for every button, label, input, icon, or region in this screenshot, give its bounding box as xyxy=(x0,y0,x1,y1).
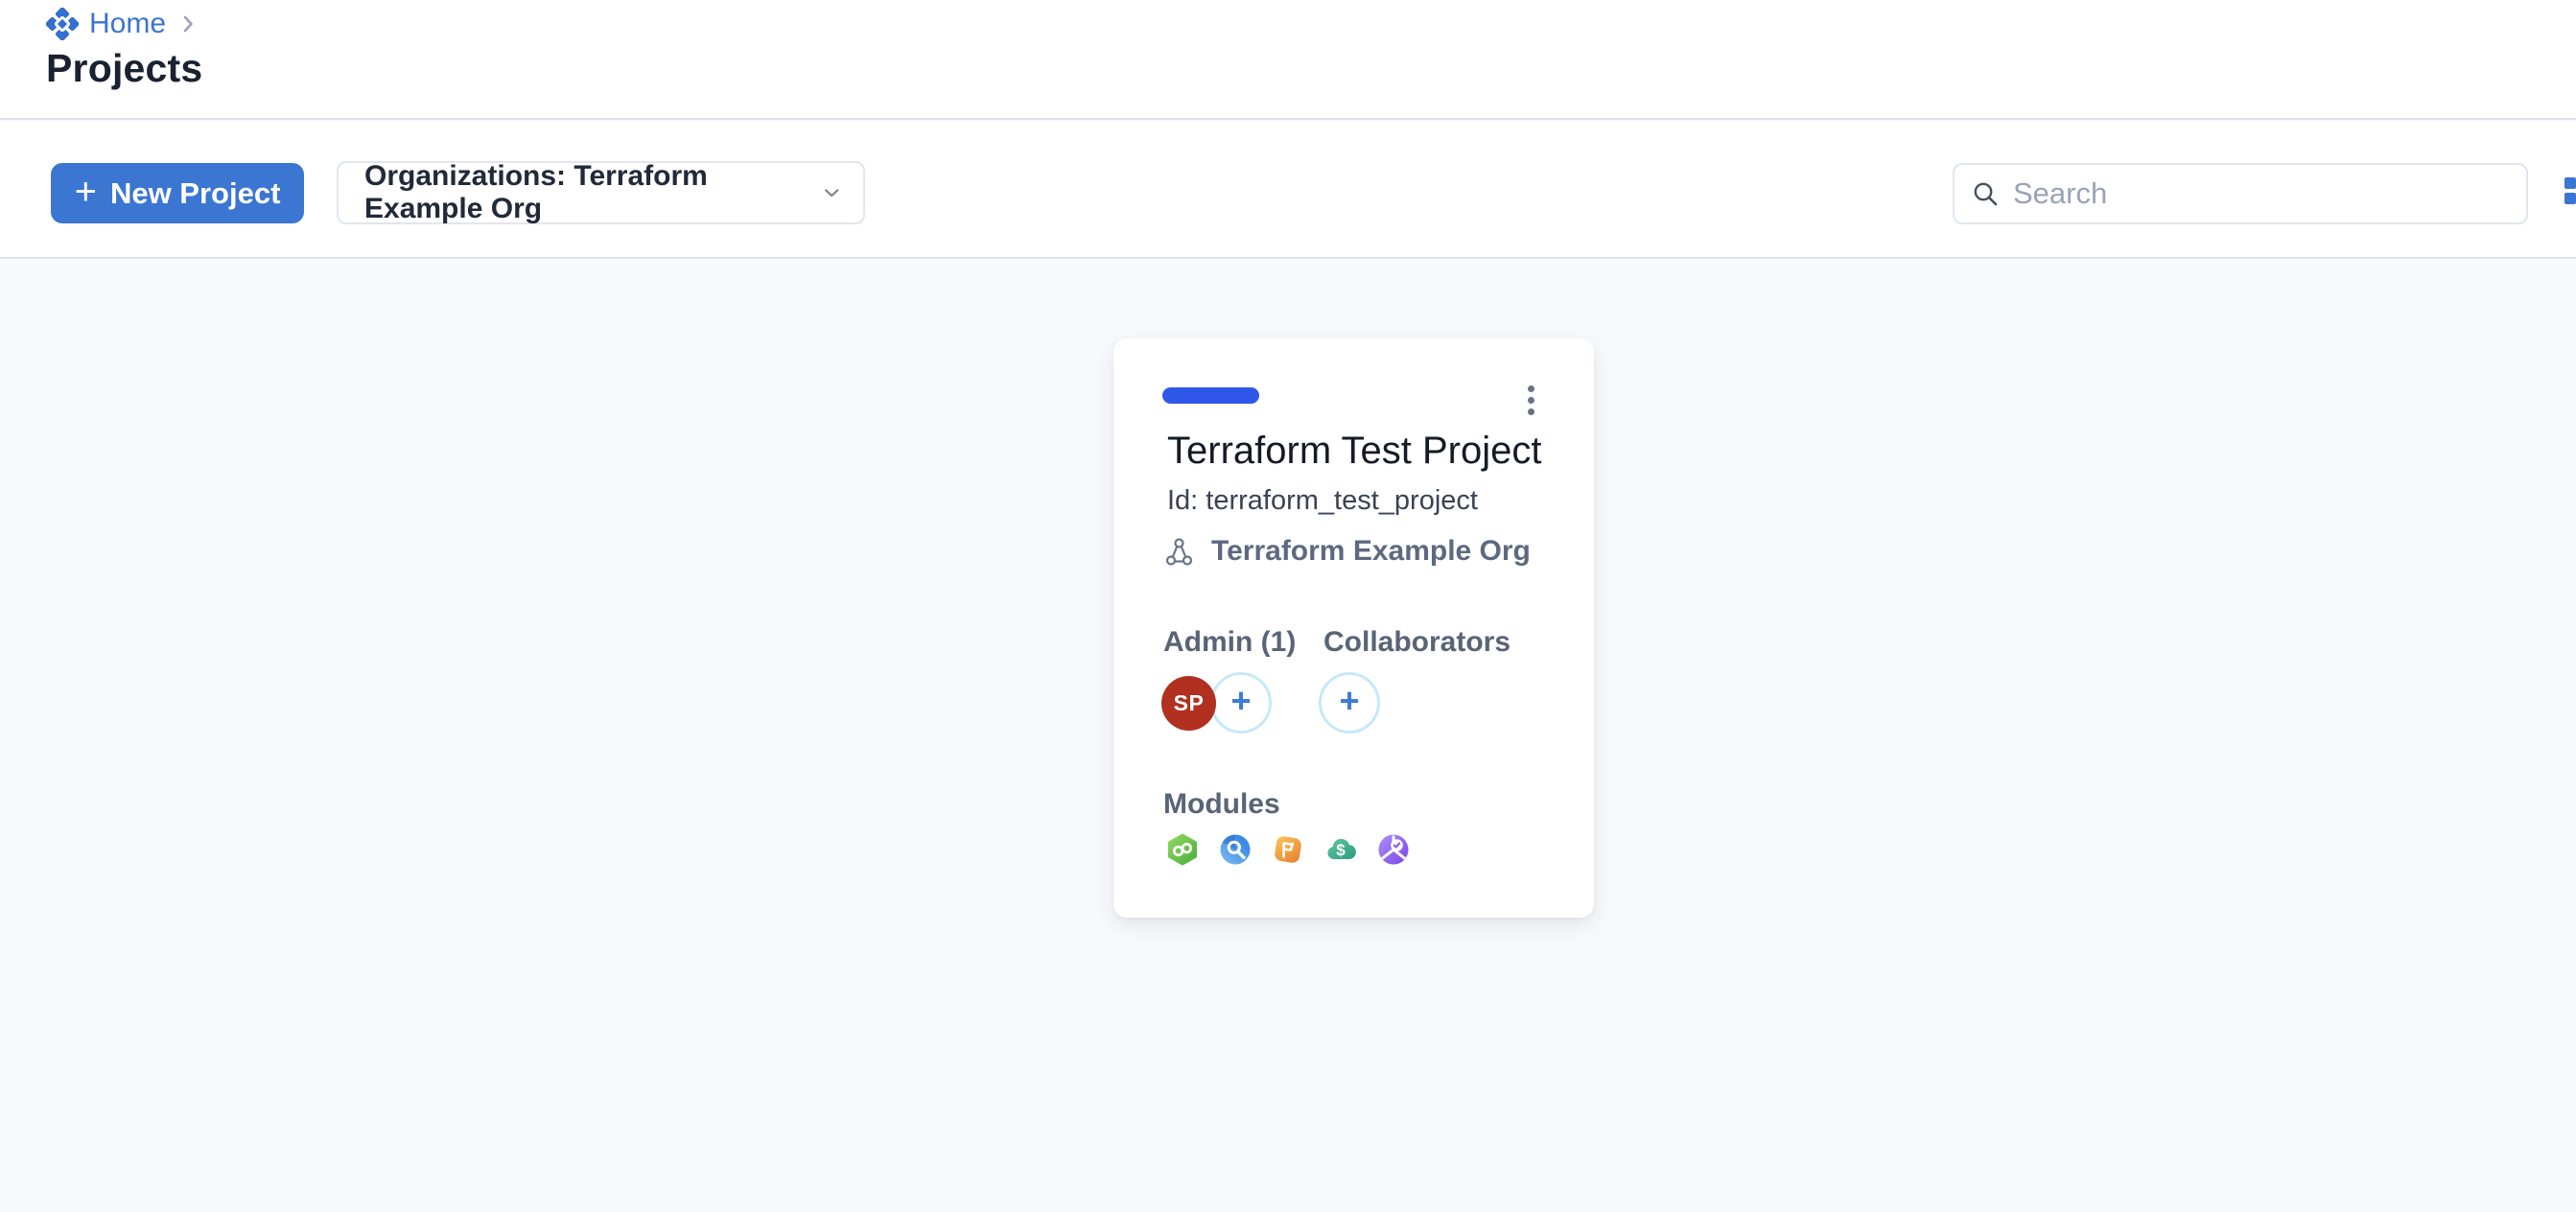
organization-icon xyxy=(1163,536,1195,568)
module-flag-square-icon[interactable] xyxy=(1272,833,1304,866)
search-box xyxy=(1953,163,2528,224)
modules-label: Modules xyxy=(1163,788,1280,821)
app-logo-icon xyxy=(46,8,79,40)
grid-view-toggle[interactable] xyxy=(2564,177,2576,204)
organization-name: Terraform Example Org xyxy=(1211,535,1531,568)
module-infinity-hexagon-icon[interactable] xyxy=(1166,833,1199,866)
toolbar: + New Project Organizations: Terraform E… xyxy=(0,122,2576,259)
plus-icon: + xyxy=(75,173,97,211)
add-admin-button[interactable]: + xyxy=(1210,672,1272,734)
module-cloud-dollar-icon[interactable]: $ xyxy=(1324,833,1357,866)
project-card: Terraform Test Project Id: terraform_tes… xyxy=(1113,338,1594,918)
admin-avatar[interactable]: SP xyxy=(1161,676,1216,731)
chevron-down-icon xyxy=(821,180,842,205)
kebab-menu-button[interactable] xyxy=(1515,379,1546,421)
grid-square xyxy=(2564,193,2576,204)
organization-link[interactable]: Terraform Example Org xyxy=(1163,533,1531,570)
organizations-dropdown[interactable]: Organizations: Terraform Example Org xyxy=(337,161,865,224)
collaborators-label: Collaborators xyxy=(1323,626,1510,659)
main-content: Terraform Test Project Id: terraform_tes… xyxy=(0,259,2576,1212)
new-project-label: New Project xyxy=(110,176,280,211)
kebab-dot xyxy=(1528,408,1534,415)
project-title: Terraform Test Project xyxy=(1167,429,1551,473)
breadcrumb-home-link[interactable]: Home xyxy=(89,6,166,42)
new-project-button[interactable]: + New Project xyxy=(51,163,304,223)
search-icon xyxy=(1972,180,1999,207)
kebab-dot xyxy=(1528,397,1534,404)
add-collaborator-button[interactable]: + xyxy=(1319,672,1380,734)
breadcrumb-chevron-icon xyxy=(176,12,199,36)
search-input[interactable] xyxy=(2013,176,2509,211)
module-search-circle-icon[interactable] xyxy=(1219,833,1252,866)
card-accent-pill xyxy=(1162,387,1259,404)
page-title: Projects xyxy=(46,46,202,91)
grid-square xyxy=(2564,177,2576,189)
breadcrumb: Home xyxy=(46,6,199,42)
organizations-dropdown-value: Organizations: Terraform Example Org xyxy=(364,160,821,225)
modules-row: $ xyxy=(1166,833,1410,866)
svg-text:$: $ xyxy=(1336,841,1346,859)
project-id: Id: terraform_test_project xyxy=(1167,485,1478,517)
page-header: Home Projects xyxy=(0,0,2576,120)
kebab-dot xyxy=(1528,385,1534,392)
module-pie-check-icon[interactable] xyxy=(1377,833,1410,866)
admin-label: Admin (1) xyxy=(1163,626,1296,659)
